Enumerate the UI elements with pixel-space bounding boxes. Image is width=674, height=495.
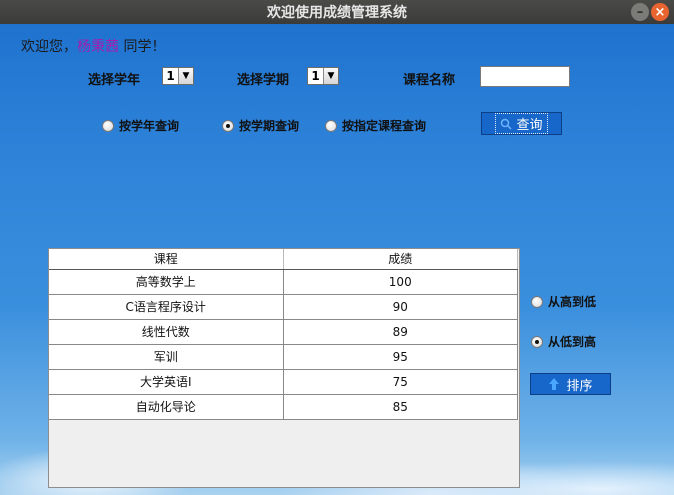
radio-query-by-year[interactable]: 按学年查询 xyxy=(102,117,179,134)
year-label: 选择学年 xyxy=(88,73,141,88)
chevron-down-icon: ▼ xyxy=(178,68,193,84)
score-cell: 75 xyxy=(283,369,518,395)
radio-label: 从低到高 xyxy=(548,335,597,349)
table-row[interactable]: C语言程序设计 90 xyxy=(49,294,518,320)
radio-indicator xyxy=(531,295,543,308)
term-value: 1 xyxy=(311,69,320,83)
score-cell: 85 xyxy=(283,394,518,420)
table-row[interactable]: 大学英语I 75 xyxy=(49,369,518,395)
radio-indicator xyxy=(531,335,543,348)
table-row[interactable]: 自动化导论 85 xyxy=(49,394,518,420)
grades-table: 课程 成绩 高等数学上 100 C语言程序设计 90 线性代数 89 军训 95… xyxy=(48,248,520,488)
welcome-message: 欢迎您，杨秉茜 同学！ xyxy=(21,36,165,56)
table-header-row: 课程 成绩 xyxy=(49,249,518,270)
radio-sort-descending[interactable]: 从高到低 xyxy=(531,293,596,310)
app-window: 欢迎使用成绩管理系统 – × 欢迎您，杨秉茜 同学！ 选择学年 1 ▼ 选择学期… xyxy=(0,0,674,495)
course-label: 课程名称 xyxy=(403,73,456,88)
column-header-course[interactable]: 课程 xyxy=(49,249,284,270)
course-cell: 军训 xyxy=(49,344,284,370)
year-value: 1 xyxy=(166,69,175,83)
radio-indicator xyxy=(325,119,337,132)
welcome-prefix: 欢迎您， xyxy=(21,39,77,55)
course-cell: 高等数学上 xyxy=(49,269,284,295)
score-cell: 90 xyxy=(283,294,518,320)
radio-query-by-course[interactable]: 按指定课程查询 xyxy=(325,117,426,134)
course-name-input[interactable] xyxy=(480,66,570,87)
window-title: 欢迎使用成绩管理系统 xyxy=(267,5,407,21)
user-name: 杨秉茜 xyxy=(77,39,119,55)
radio-indicator xyxy=(222,119,234,132)
course-cell: 自动化导论 xyxy=(49,394,284,420)
radio-label: 按学期查询 xyxy=(239,119,300,133)
score-cell: 95 xyxy=(283,344,518,370)
welcome-suffix: 同学！ xyxy=(119,39,166,55)
course-cell: C语言程序设计 xyxy=(49,294,284,320)
query-button[interactable]: 查询 xyxy=(481,112,562,135)
score-cell: 89 xyxy=(283,319,518,345)
close-button[interactable]: × xyxy=(651,3,669,21)
search-icon xyxy=(501,118,513,130)
sort-button[interactable]: 排序 xyxy=(530,373,611,395)
radio-sort-ascending[interactable]: 从低到高 xyxy=(531,333,596,350)
query-button-label: 查询 xyxy=(516,118,543,133)
main-panel: 欢迎您，杨秉茜 同学！ 选择学年 1 ▼ 选择学期 1 ▼ 课程名称 按学年查询… xyxy=(0,24,674,495)
radio-label: 按学年查询 xyxy=(119,119,180,133)
course-cell: 大学英语I xyxy=(49,369,284,395)
column-header-score[interactable]: 成绩 xyxy=(283,249,518,270)
minimize-icon: – xyxy=(636,4,644,20)
radio-label: 按指定课程查询 xyxy=(342,119,427,133)
term-select[interactable]: 1 ▼ xyxy=(307,67,339,85)
table-row[interactable]: 军训 95 xyxy=(49,344,518,370)
score-cell: 100 xyxy=(283,269,518,295)
table-row[interactable]: 高等数学上 100 xyxy=(49,269,518,295)
minimize-button[interactable]: – xyxy=(631,3,649,21)
year-select[interactable]: 1 ▼ xyxy=(162,67,194,85)
radio-query-by-term[interactable]: 按学期查询 xyxy=(222,117,299,134)
close-icon: × xyxy=(654,4,666,20)
radio-label: 从高到低 xyxy=(548,295,597,309)
sort-button-label: 排序 xyxy=(566,378,593,394)
radio-indicator xyxy=(102,119,114,132)
chevron-down-icon: ▼ xyxy=(323,68,338,84)
title-bar: 欢迎使用成绩管理系统 – × xyxy=(0,0,674,24)
course-cell: 线性代数 xyxy=(49,319,284,345)
table-row[interactable]: 线性代数 89 xyxy=(49,319,518,345)
term-label: 选择学期 xyxy=(237,73,290,88)
up-arrow-icon xyxy=(549,378,560,390)
